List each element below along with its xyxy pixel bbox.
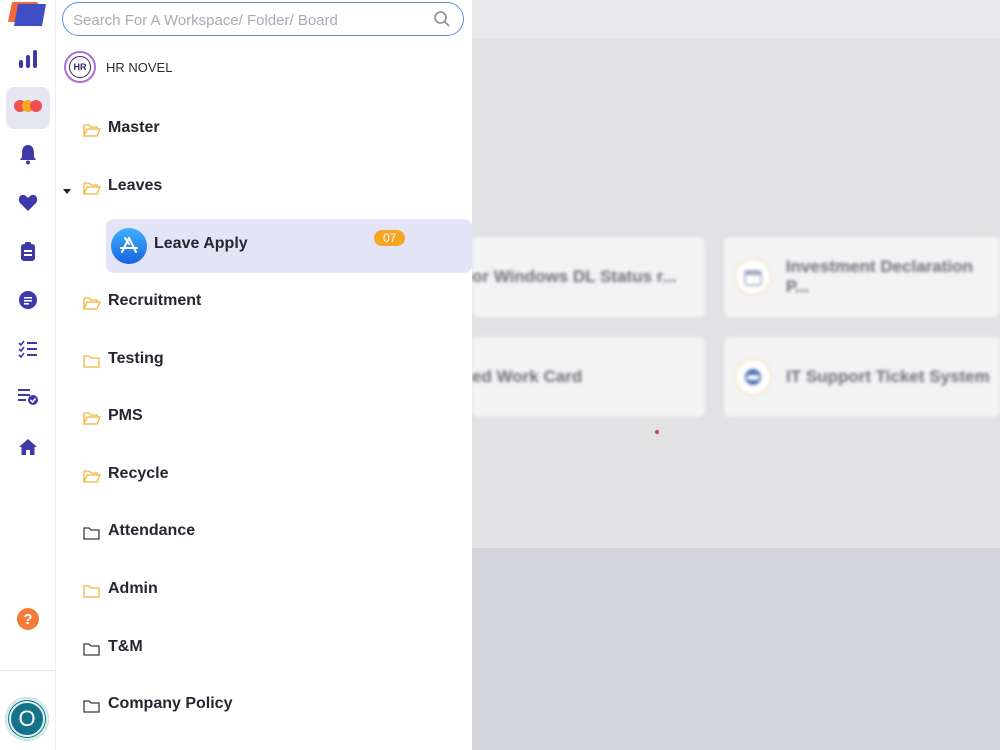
folder-label: PMS xyxy=(108,407,143,424)
org-logo-text: HR xyxy=(69,56,91,78)
search-icon[interactable] xyxy=(433,10,451,28)
count-badge: 07 xyxy=(374,230,406,246)
background-card[interactable]: Investment Declaration P... xyxy=(724,237,1000,317)
folder-icon xyxy=(83,583,101,599)
folder-label: Company Policy xyxy=(108,695,233,712)
background-card[interactable]: ed Work Card xyxy=(472,337,705,417)
icon-rail: ? O xyxy=(0,0,56,750)
app-store-icon xyxy=(111,228,147,264)
folder-label: Attendance xyxy=(108,522,196,539)
task-done-icon xyxy=(17,388,39,411)
folder-open-icon xyxy=(83,468,101,484)
caret-down-icon[interactable] xyxy=(62,183,72,194)
analytics-icon xyxy=(17,48,39,75)
rail-help[interactable]: ? xyxy=(6,600,50,642)
org-logo: HR xyxy=(64,51,96,83)
svg-text:?: ? xyxy=(23,611,32,628)
rail-workspace[interactable] xyxy=(6,87,50,129)
folder-master[interactable]: Master xyxy=(56,108,472,148)
folder-icon xyxy=(83,525,101,541)
rail-documents[interactable] xyxy=(6,233,50,275)
folder-open-icon xyxy=(83,180,101,196)
workspace-drawer: HR HR NOVEL Master Leaves Leave Apply 07… xyxy=(56,0,472,750)
background-card-label: Investment Declaration P... xyxy=(785,257,973,296)
background-footer xyxy=(472,548,1000,750)
folder-t-and-m[interactable]: T&M xyxy=(56,627,472,667)
folder-attendance[interactable]: Attendance xyxy=(56,511,472,551)
home-icon xyxy=(18,438,38,461)
folder-open-icon xyxy=(83,122,101,138)
notes-icon xyxy=(18,290,38,315)
folder-open-icon xyxy=(83,295,101,311)
headset-icon xyxy=(734,358,772,396)
folder-company-policy[interactable]: Company Policy xyxy=(56,684,472,724)
folder-icon xyxy=(83,641,101,657)
rail-home[interactable] xyxy=(6,428,50,470)
folder-open-icon xyxy=(83,410,101,426)
workspace-header[interactable]: HR HR NOVEL xyxy=(64,51,173,83)
rail-divider xyxy=(0,670,56,671)
folder-label: Recruitment xyxy=(108,292,202,309)
rail-favorites[interactable] xyxy=(6,184,50,226)
indicator-dot xyxy=(655,430,659,434)
folder-label: Admin xyxy=(108,580,158,597)
board-leave-apply[interactable]: Leave Apply 07 xyxy=(106,219,472,273)
avatar-letter: O xyxy=(9,701,45,737)
folder-label: Testing xyxy=(108,350,164,367)
background-topbar xyxy=(472,0,1000,38)
rail-checklist[interactable] xyxy=(6,330,50,372)
workspace-name: HR NOVEL xyxy=(106,59,173,75)
folder-label: Master xyxy=(108,119,160,136)
workspace-icon xyxy=(13,98,43,119)
checklist-icon xyxy=(18,340,38,363)
document-icon xyxy=(20,241,36,267)
folder-icon xyxy=(83,353,101,369)
folder-icon xyxy=(83,698,101,714)
rail-analytics[interactable] xyxy=(6,40,50,82)
background-card[interactable]: or Windows DL Status r... xyxy=(472,237,705,317)
search-input[interactable] xyxy=(73,9,403,31)
background-card[interactable]: IT Support Ticket System xyxy=(724,337,1000,417)
background-card-label: ed Work Card xyxy=(472,367,583,386)
folder-label: T&M xyxy=(108,638,143,655)
rail-tasks[interactable] xyxy=(6,378,50,420)
background-card-label: IT Support Ticket System xyxy=(786,367,990,386)
bell-icon xyxy=(18,143,38,170)
folder-testing[interactable]: Testing xyxy=(56,339,472,379)
folder-recycle[interactable]: Recycle xyxy=(56,454,472,494)
folder-leaves[interactable]: Leaves xyxy=(56,166,472,206)
folder-admin[interactable]: Admin xyxy=(56,569,472,609)
board-label: Leave Apply xyxy=(154,235,248,252)
folder-label: Recycle xyxy=(108,465,169,482)
background-card-label: or Windows DL Status r... xyxy=(472,267,677,286)
heart-icon xyxy=(18,194,38,217)
search-box xyxy=(62,2,464,36)
rail-notes[interactable] xyxy=(6,281,50,323)
rail-notifications[interactable] xyxy=(6,135,50,177)
folder-recruitment[interactable]: Recruitment xyxy=(56,281,472,321)
avatar[interactable]: O xyxy=(5,697,49,741)
calendar-icon xyxy=(734,258,772,296)
help-icon: ? xyxy=(16,607,40,636)
folder-label: Leaves xyxy=(108,177,163,194)
folder-pms[interactable]: PMS xyxy=(56,396,472,436)
app-logo[interactable] xyxy=(8,0,48,30)
